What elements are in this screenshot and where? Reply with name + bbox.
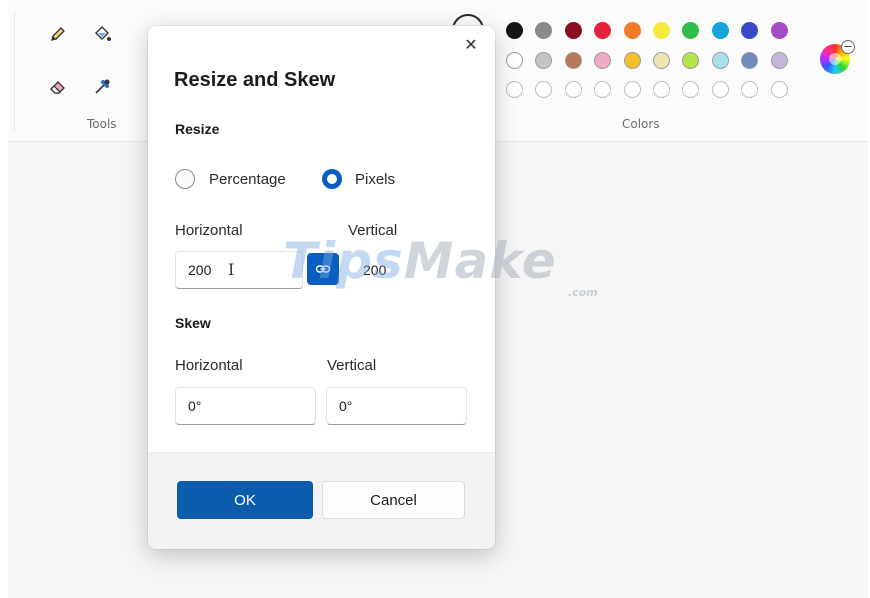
skew-vertical-value: 0°	[339, 398, 353, 414]
color-swatch[interactable]	[564, 52, 582, 69]
close-icon[interactable]: ✕	[460, 34, 482, 56]
color-swatch[interactable]	[564, 81, 582, 98]
color-swatch[interactable]	[653, 52, 670, 69]
color-swatch[interactable]	[506, 52, 523, 69]
pixels-radio[interactable]	[322, 169, 342, 189]
color-swatch[interactable]	[770, 52, 788, 69]
toolbar-divider	[14, 12, 15, 130]
eraser-icon[interactable]	[44, 73, 72, 101]
color-swatch[interactable]	[682, 81, 700, 98]
color-swatch[interactable]	[653, 22, 670, 39]
resize-heading: Resize	[175, 121, 220, 137]
resize-horizontal-value: 200	[188, 262, 212, 278]
percentage-radio[interactable]	[175, 169, 195, 189]
resize-vertical-label: Vertical	[348, 222, 398, 239]
resize-horizontal-label: Horizontal	[175, 222, 243, 239]
text-cursor-icon: I	[228, 260, 235, 279]
tools-group-label: Tools	[87, 117, 117, 131]
pixels-label[interactable]: Pixels	[355, 171, 395, 188]
color-swatch[interactable]	[623, 81, 641, 98]
color-swatch[interactable]	[682, 22, 700, 39]
color-swatch[interactable]	[535, 22, 553, 39]
cancel-button[interactable]: Cancel	[322, 481, 465, 519]
resize-vertical-input[interactable]: 200	[344, 251, 468, 289]
color-swatch[interactable]	[741, 22, 759, 39]
skew-vertical-input[interactable]: 0°	[326, 387, 467, 425]
pencil-icon[interactable]	[44, 20, 72, 48]
skew-horizontal-label: Horizontal	[175, 357, 243, 374]
skew-heading: Skew	[175, 315, 211, 331]
color-swatch[interactable]	[594, 52, 612, 69]
color-swatch[interactable]	[506, 81, 523, 98]
link-icon[interactable]	[307, 253, 339, 285]
color-swatch[interactable]	[594, 81, 612, 98]
color-swatch[interactable]	[711, 22, 729, 39]
skew-horizontal-input[interactable]: 0°	[175, 387, 316, 425]
skew-horizontal-value: 0°	[188, 398, 202, 414]
resize-skew-dialog: ✕ Resize and Skew Resize Percentage Pixe…	[148, 26, 495, 549]
color-swatch[interactable]	[564, 22, 582, 39]
color-swatch[interactable]	[741, 81, 759, 98]
color-swatch[interactable]	[770, 81, 788, 98]
dialog-title: Resize and Skew	[174, 69, 336, 91]
resize-horizontal-input[interactable]: 200 I	[175, 251, 303, 289]
edit-colors-badge-icon: −	[841, 40, 855, 54]
color-swatch[interactable]	[623, 22, 641, 39]
skew-vertical-label: Vertical	[327, 357, 377, 374]
color-swatch[interactable]	[711, 81, 729, 98]
resize-vertical-value: 200	[363, 262, 387, 278]
color-picker-icon[interactable]	[88, 73, 116, 101]
color-swatch[interactable]	[623, 52, 641, 69]
dialog-body: ✕ Resize and Skew Resize Percentage Pixe…	[148, 26, 495, 452]
color-swatch[interactable]	[653, 81, 670, 98]
color-swatch[interactable]	[682, 52, 700, 69]
color-swatch[interactable]	[535, 52, 553, 69]
color-swatch[interactable]	[770, 22, 788, 39]
ok-button[interactable]: OK	[177, 481, 313, 519]
percentage-label[interactable]: Percentage	[209, 171, 286, 188]
watermark-suffix: .com	[568, 286, 598, 299]
color-swatch[interactable]	[506, 22, 523, 39]
color-swatch[interactable]	[594, 22, 612, 39]
color-swatch[interactable]	[711, 52, 729, 69]
color-swatch[interactable]	[535, 81, 553, 98]
fill-bucket-icon[interactable]	[88, 20, 116, 48]
colors-group-label: Colors	[622, 117, 660, 131]
color-swatch[interactable]	[741, 52, 759, 69]
